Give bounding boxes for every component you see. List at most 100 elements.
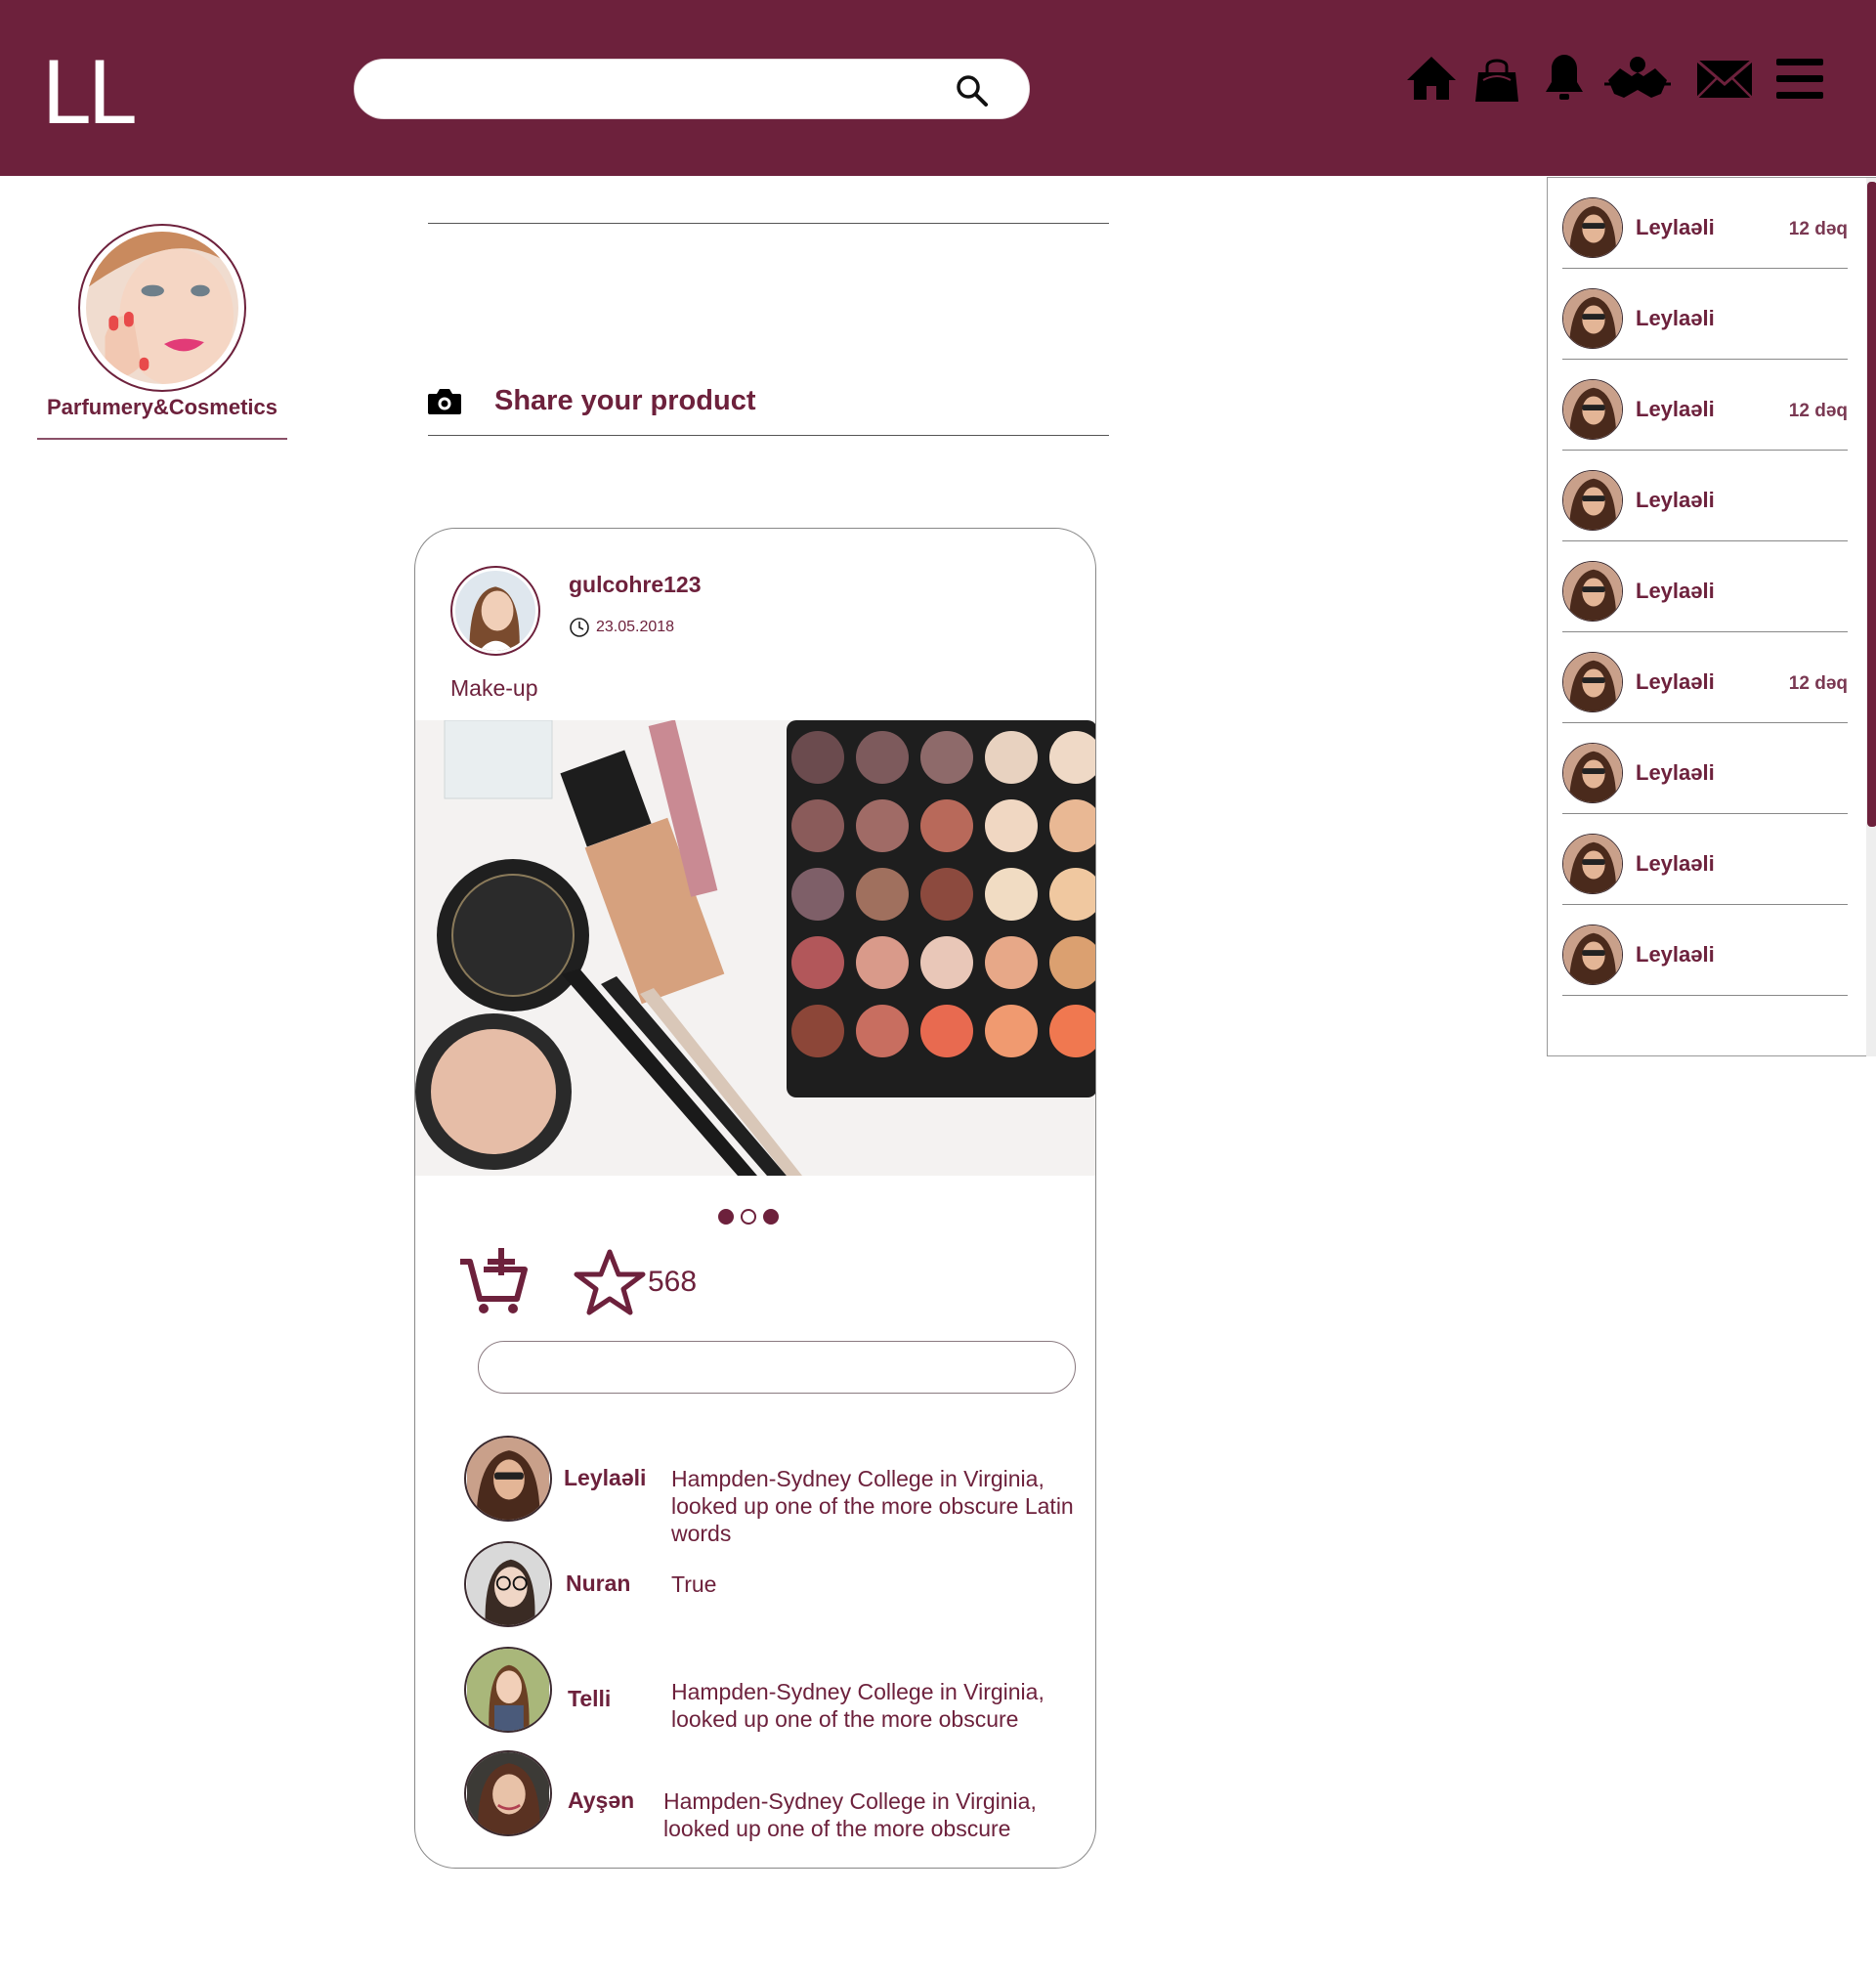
carousel-dot[interactable] — [718, 1209, 734, 1225]
notification-name[interactable]: Leylaəli — [1636, 488, 1715, 513]
comment-input[interactable] — [478, 1341, 1076, 1394]
notification-avatar[interactable] — [1562, 834, 1623, 894]
search-icon[interactable] — [955, 73, 990, 108]
notification-name[interactable]: Leylaəli — [1636, 669, 1715, 695]
eyeshadow-pan — [791, 936, 844, 989]
notification-name[interactable]: Leylaəli — [1636, 215, 1715, 240]
eyeshadow-pan — [920, 731, 973, 784]
post-username[interactable]: gulcohre123 — [569, 572, 702, 598]
eyeshadow-pan — [856, 868, 909, 921]
commenter-avatar[interactable] — [464, 1750, 552, 1836]
eyeshadow-pan — [856, 799, 909, 852]
carousel-dots — [718, 1209, 779, 1225]
notification-avatar[interactable] — [1562, 743, 1623, 803]
notification-name[interactable]: Leylaəli — [1636, 760, 1715, 786]
notification-avatar[interactable] — [1562, 925, 1623, 985]
eyeshadow-pan — [985, 1005, 1038, 1057]
brand-name[interactable]: Parfumery&Cosmetics — [37, 395, 287, 420]
eyeshadow-pan — [920, 868, 973, 921]
commenter-avatar[interactable] — [464, 1436, 552, 1522]
notification-name[interactable]: Leylaəli — [1636, 579, 1715, 604]
notification-item[interactable]: Leylaəli — [1562, 723, 1848, 814]
eyeshadow-pan — [985, 731, 1038, 784]
brand-photo — [86, 232, 238, 384]
eyeshadow-pan — [791, 868, 844, 921]
share-label: Share your product — [494, 384, 756, 416]
post-avatar[interactable] — [450, 566, 540, 656]
notification-name[interactable]: Leylaəli — [1636, 942, 1715, 968]
commenter-avatar[interactable] — [464, 1647, 552, 1733]
notification-item[interactable]: Leylaəli 12 dəq — [1562, 360, 1848, 451]
eyeshadow-pan — [856, 1005, 909, 1057]
notification-item[interactable]: Leylaəli — [1562, 905, 1848, 996]
commenter-name[interactable]: Leylaəli — [564, 1465, 646, 1491]
notification-name[interactable]: Leylaəli — [1636, 851, 1715, 877]
comment-text: True — [671, 1571, 717, 1597]
eyeshadow-pan — [920, 936, 973, 989]
notification-item[interactable]: Leylaəli — [1562, 451, 1848, 541]
logo[interactable]: LL — [41, 47, 135, 141]
notification-avatar[interactable] — [1562, 470, 1623, 531]
notification-item[interactable]: Leylaəli — [1562, 814, 1848, 905]
eyeshadow-pan — [985, 868, 1038, 921]
menu-icon[interactable] — [1770, 51, 1829, 108]
notification-time: 12 dəq — [1788, 401, 1848, 421]
post-date-row: 23.05.2018 — [569, 617, 674, 638]
notification-item[interactable]: Leylaəli — [1562, 269, 1848, 360]
comment-text: Hampden-Sydney College in Virginia, look… — [663, 1788, 1037, 1841]
notification-avatar[interactable] — [1562, 379, 1623, 440]
commenter-name[interactable]: Ayşən — [568, 1787, 634, 1814]
notification-avatar[interactable] — [1562, 652, 1623, 712]
eyeshadow-pan — [856, 731, 909, 784]
eyeshadow-pan — [856, 936, 909, 989]
eyeshadow-pan — [791, 731, 844, 784]
notification-avatar[interactable] — [1562, 561, 1623, 622]
notifications-panel[interactable]: Leylaəli 12 dəq Leylaəli Leylaəli 12 dəq Leyl… — [1547, 177, 1876, 1056]
top-navbar: LL — [0, 0, 1876, 176]
notification-item[interactable]: Leylaəli — [1562, 541, 1848, 632]
commenter-name[interactable]: Telli — [568, 1686, 611, 1712]
post-category: Make-up — [450, 675, 538, 701]
notification-item[interactable]: Leylaəli 12 dəq — [1562, 632, 1848, 723]
friends-icon[interactable] — [1600, 51, 1675, 108]
notification-avatar[interactable] — [1562, 197, 1623, 258]
like-count: 568 — [648, 1266, 698, 1298]
add-to-cart-icon[interactable] — [456, 1246, 531, 1316]
notification-name[interactable]: Leylaəli — [1636, 306, 1715, 331]
eyeshadow-pan — [985, 936, 1038, 989]
notification-avatar[interactable] — [1562, 288, 1623, 349]
camera-icon — [428, 389, 461, 414]
post-image[interactable] — [415, 720, 1095, 1176]
eyeshadow-pan — [791, 1005, 844, 1057]
scrollbar-thumb[interactable] — [1867, 182, 1876, 827]
star-icon[interactable] — [574, 1248, 646, 1316]
shopping-bag-icon[interactable] — [1469, 51, 1525, 108]
clock-icon — [570, 618, 589, 637]
notification-time: 12 dəq — [1788, 219, 1848, 239]
eyeshadow-pan — [791, 799, 844, 852]
commenter-avatar[interactable] — [464, 1541, 552, 1627]
post-card: gulcohre123 23.05.2018 Make-up 568 Leyla… — [414, 528, 1096, 1869]
bell-icon[interactable] — [1536, 51, 1593, 108]
post-date: 23.05.2018 — [596, 619, 675, 635]
comment-text: Hampden-Sydney College in Virginia, look… — [671, 1466, 1074, 1546]
brand-avatar[interactable] — [78, 224, 246, 392]
eyeshadow-pan — [985, 799, 1038, 852]
notification-name[interactable]: Leylaəli — [1636, 397, 1715, 422]
search-input[interactable] — [354, 59, 1030, 119]
divider — [428, 435, 1109, 436]
notification-item[interactable]: Leylaəli 12 dəq — [1562, 178, 1848, 269]
mail-icon[interactable] — [1693, 51, 1756, 108]
divider — [37, 438, 287, 440]
notification-time: 12 dəq — [1788, 673, 1848, 694]
home-icon[interactable] — [1403, 51, 1460, 108]
share-product-button[interactable]: Share your product — [426, 376, 756, 425]
commenter-name[interactable]: Nuran — [566, 1570, 630, 1597]
comment-text: Hampden-Sydney College in Virginia, look… — [671, 1679, 1045, 1732]
eyeshadow-pan — [920, 799, 973, 852]
carousel-dot[interactable] — [763, 1209, 779, 1225]
scrollbar[interactable] — [1866, 178, 1876, 1056]
divider — [428, 223, 1109, 224]
carousel-dot[interactable] — [741, 1209, 756, 1225]
eyeshadow-pan — [920, 1005, 973, 1057]
